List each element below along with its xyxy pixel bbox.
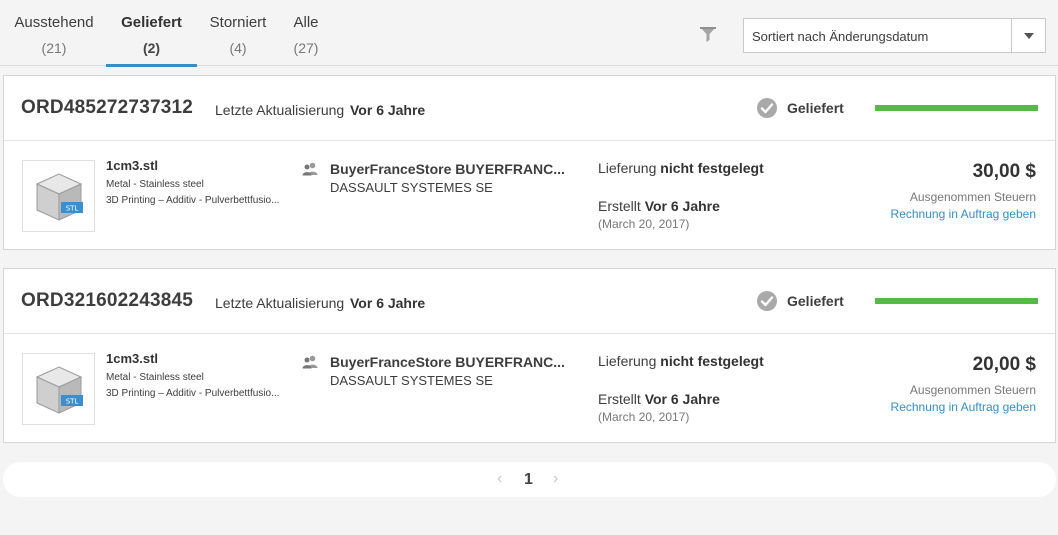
status-progress-bar <box>875 105 1038 111</box>
delivery-info: Lieferung nicht festgelegt <box>598 160 764 176</box>
buyer-company: DASSAULT SYSTEMES SE <box>330 180 493 195</box>
part-thumbnail[interactable]: STL <box>22 353 95 425</box>
delivery-value: nicht festgelegt <box>660 353 764 369</box>
status-progress-bar <box>875 298 1038 304</box>
invoice-link[interactable]: Rechnung in Auftrag geben <box>891 400 1036 414</box>
stl-tag: STL <box>66 398 79 406</box>
chevron-left-icon[interactable]: ‹ <box>497 470 502 488</box>
order-header: ORD321602243845 Letzte Aktualisierung Vo… <box>4 269 1055 334</box>
last-update-value: Vor 6 Jahre <box>350 295 426 311</box>
created-value: Vor 6 Jahre <box>644 198 720 214</box>
last-update-value: Vor 6 Jahre <box>350 102 426 118</box>
tax-note: Ausgenommen Steuern <box>909 190 1036 204</box>
file-name[interactable]: 1cm3.stl <box>106 351 158 366</box>
file-name[interactable]: 1cm3.stl <box>106 158 158 173</box>
sort-dropdown[interactable]: Sortiert nach Änderungsdatum <box>743 18 1046 53</box>
check-circle-icon <box>757 291 777 311</box>
filter-icon[interactable] <box>698 24 718 44</box>
check-circle-icon <box>757 98 777 118</box>
order-price: 30,00 $ <box>972 161 1036 182</box>
created-info: Erstellt Vor 6 Jahre <box>598 391 720 407</box>
order-header: ORD485272737312 Letzte Aktualisierung Vo… <box>4 76 1055 141</box>
process: 3D Printing – Additiv - Pulverbettfusio.… <box>106 195 280 206</box>
tab-geliefert[interactable]: Geliefert (2) <box>106 0 197 67</box>
tab-count: (4) <box>229 40 247 56</box>
progress-fill <box>875 298 1038 304</box>
tab-count: (2) <box>142 40 161 56</box>
tab-count: (27) <box>293 40 319 56</box>
part-thumbnail[interactable]: STL <box>22 160 95 232</box>
stl-tag: STL <box>66 205 79 213</box>
tab-label: Geliefert <box>121 14 182 31</box>
tab-alle[interactable]: Alle (27) <box>283 0 329 66</box>
created-date: (March 20, 2017) <box>598 410 690 424</box>
created-value: Vor 6 Jahre <box>644 391 720 407</box>
tab-label: Storniert <box>209 14 267 31</box>
tax-note: Ausgenommen Steuern <box>909 383 1036 397</box>
delivery-info: Lieferung nicht festgelegt <box>598 353 764 369</box>
stl-cube-icon: STL <box>35 173 83 221</box>
order-price: 20,00 $ <box>972 354 1036 375</box>
delivery-label: Lieferung <box>598 160 657 176</box>
sort-selected-value: Sortiert nach Änderungsdatum <box>752 29 929 44</box>
status-badge: Geliefert <box>787 100 844 116</box>
created-label: Erstellt <box>598 198 641 214</box>
last-update-label: Letzte Aktualisierung <box>215 295 345 311</box>
users-icon <box>302 355 318 369</box>
process: 3D Printing – Additiv - Pulverbettfusio.… <box>106 388 280 399</box>
tab-storniert[interactable]: Storniert (4) <box>204 0 272 66</box>
order-card: ORD321602243845 Letzte Aktualisierung Vo… <box>3 268 1056 443</box>
tab-ausstehend[interactable]: Ausstehend (21) <box>10 0 98 66</box>
order-status-tabs: Ausstehend (21) Geliefert (2) Storniert … <box>0 0 1058 67</box>
order-id[interactable]: ORD485272737312 <box>21 97 193 119</box>
buyer-name: BuyerFranceStore BUYERFRANC... <box>330 161 565 177</box>
material: Metal - Stainless steel <box>106 372 204 383</box>
tab-label: Alle <box>293 14 319 31</box>
order-card: ORD485272737312 Letzte Aktualisierung Vo… <box>3 75 1056 250</box>
delivery-value: nicht festgelegt <box>660 160 764 176</box>
delivery-label: Lieferung <box>598 353 657 369</box>
tab-label: Ausstehend <box>14 14 94 31</box>
created-date: (March 20, 2017) <box>598 217 690 231</box>
users-icon <box>302 162 318 176</box>
pagination: ‹ 1 › <box>3 462 1056 497</box>
created-info: Erstellt Vor 6 Jahre <box>598 198 720 214</box>
progress-fill <box>875 105 1038 111</box>
order-id[interactable]: ORD321602243845 <box>21 290 193 312</box>
created-label: Erstellt <box>598 391 641 407</box>
status-badge: Geliefert <box>787 293 844 309</box>
buyer-name: BuyerFranceStore BUYERFRANC... <box>330 354 565 370</box>
invoice-link[interactable]: Rechnung in Auftrag geben <box>891 207 1036 221</box>
chevron-right-icon[interactable]: › <box>553 470 558 488</box>
stl-cube-icon: STL <box>35 366 83 414</box>
material: Metal - Stainless steel <box>106 179 204 190</box>
chevron-down-icon[interactable] <box>1011 19 1045 52</box>
buyer-company: DASSAULT SYSTEMES SE <box>330 373 493 388</box>
tab-count: (21) <box>41 40 67 56</box>
last-update-label: Letzte Aktualisierung <box>215 102 345 118</box>
page-number-current[interactable]: 1 <box>524 471 533 489</box>
